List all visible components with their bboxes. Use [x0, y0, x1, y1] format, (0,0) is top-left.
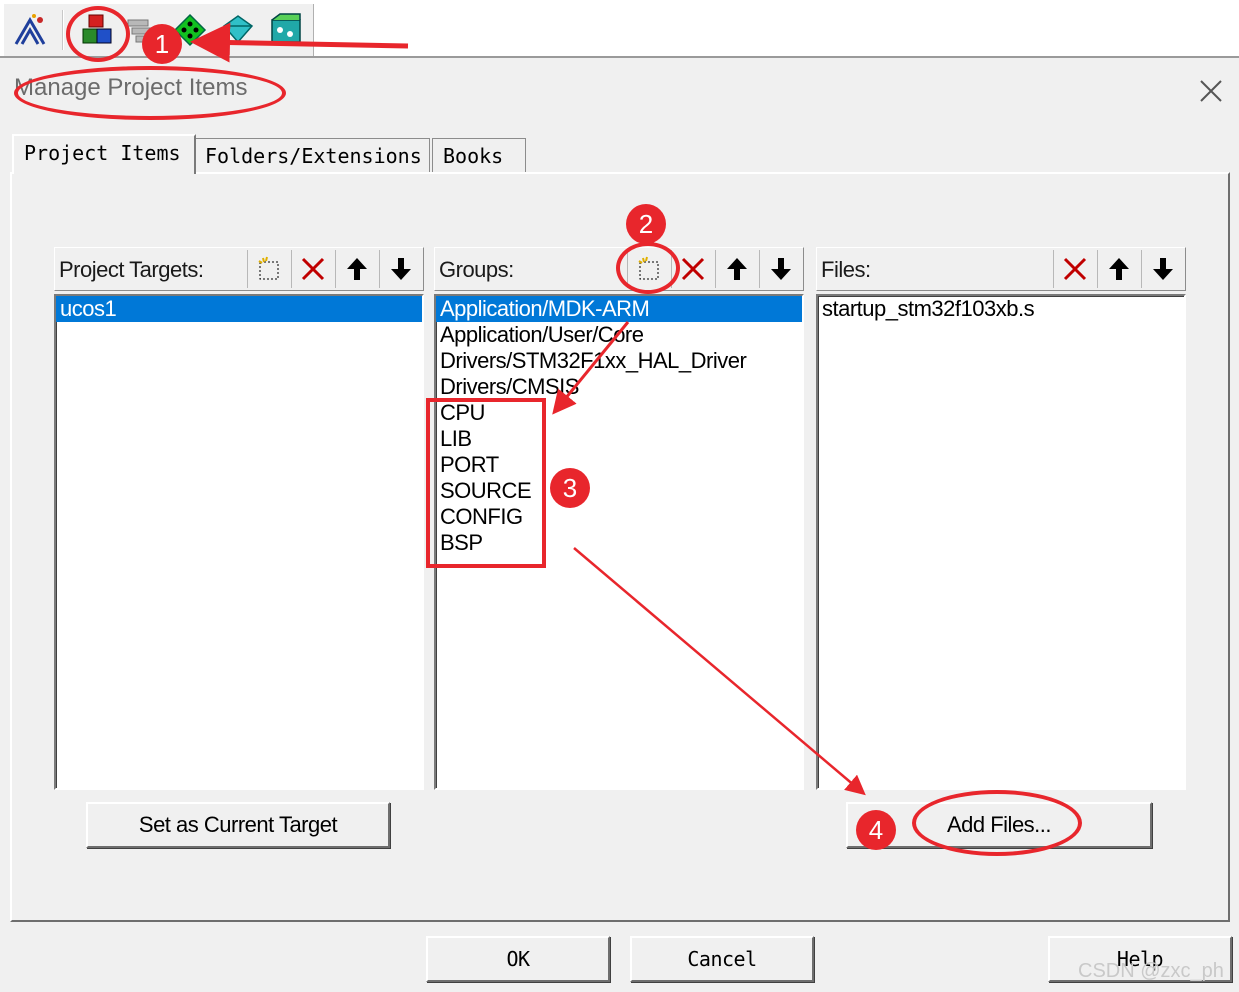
main-toolbar — [0, 0, 1239, 58]
annotation-circle-new-group — [616, 242, 680, 294]
targets-listbox[interactable]: ucos1 — [54, 294, 424, 790]
target-list-item[interactable]: ucos1 — [56, 296, 422, 322]
batch-build-icon[interactable] — [12, 12, 48, 48]
arrow-up-icon — [346, 258, 367, 280]
toolbar-separator — [62, 10, 64, 50]
tab-project-items[interactable]: Project Items — [12, 134, 196, 174]
close-icon[interactable] — [1196, 76, 1226, 106]
arrow-up-icon — [1108, 258, 1129, 280]
delete-icon — [301, 257, 324, 281]
delete-target-button[interactable] — [291, 250, 333, 288]
cancel-button[interactable]: Cancel — [630, 936, 814, 982]
targets-label: Project Targets: — [59, 257, 204, 282]
annotation-ellipse-title — [14, 66, 286, 120]
group-list-item[interactable]: Application/User/Core — [436, 322, 802, 348]
group-list-item[interactable]: Drivers/CMSIS — [436, 374, 802, 400]
delete-icon — [1063, 257, 1086, 281]
files-label: Files: — [821, 257, 871, 282]
set-current-target-button[interactable]: Set as Current Target — [86, 802, 390, 848]
tab-books[interactable]: Books — [432, 138, 526, 174]
group-list-item[interactable]: Application/MDK-ARM — [436, 296, 802, 322]
targets-header: Project Targets: — [54, 247, 424, 291]
delete-file-button[interactable] — [1053, 250, 1095, 288]
new-item-icon — [257, 256, 278, 280]
arrow-down-icon — [390, 258, 411, 280]
annotation-badge-4: 4 — [856, 810, 896, 850]
file-list-item[interactable]: startup_stm32f103xb.s — [818, 296, 1184, 322]
ok-button[interactable]: OK — [426, 936, 610, 982]
move-group-down-button[interactable] — [759, 250, 801, 288]
move-target-down-button[interactable] — [379, 250, 421, 288]
tab-folders-extensions[interactable]: Folders/Extensions — [194, 138, 430, 174]
annotation-badge-1: 1 — [142, 24, 182, 64]
move-group-up-button[interactable] — [715, 250, 757, 288]
groups-label: Groups: — [439, 257, 514, 282]
annotation-badge-2: 2 — [626, 204, 666, 244]
pack-installer-icon[interactable] — [268, 12, 304, 48]
move-file-up-button[interactable] — [1097, 250, 1139, 288]
delete-icon — [681, 257, 704, 281]
files-header: Files: — [816, 247, 1186, 291]
move-target-up-button[interactable] — [335, 250, 377, 288]
arrow-up-icon — [726, 258, 747, 280]
annotation-ellipse-add-files — [912, 790, 1082, 856]
annotation-circle-toolbar-icon — [66, 6, 130, 62]
watermark: CSDN @zxc_ph — [1078, 960, 1224, 982]
move-file-down-button[interactable] — [1141, 250, 1183, 288]
arrow-down-icon — [1152, 258, 1173, 280]
manage-components-icon[interactable] — [220, 12, 256, 48]
new-target-button[interactable] — [247, 250, 289, 288]
annotation-badge-3: 3 — [550, 468, 590, 508]
files-listbox[interactable]: startup_stm32f103xb.s — [816, 294, 1186, 790]
arrow-down-icon — [770, 258, 791, 280]
group-list-item[interactable]: Drivers/STM32F1xx_HAL_Driver — [436, 348, 802, 374]
annotation-box-new-groups — [426, 398, 546, 568]
